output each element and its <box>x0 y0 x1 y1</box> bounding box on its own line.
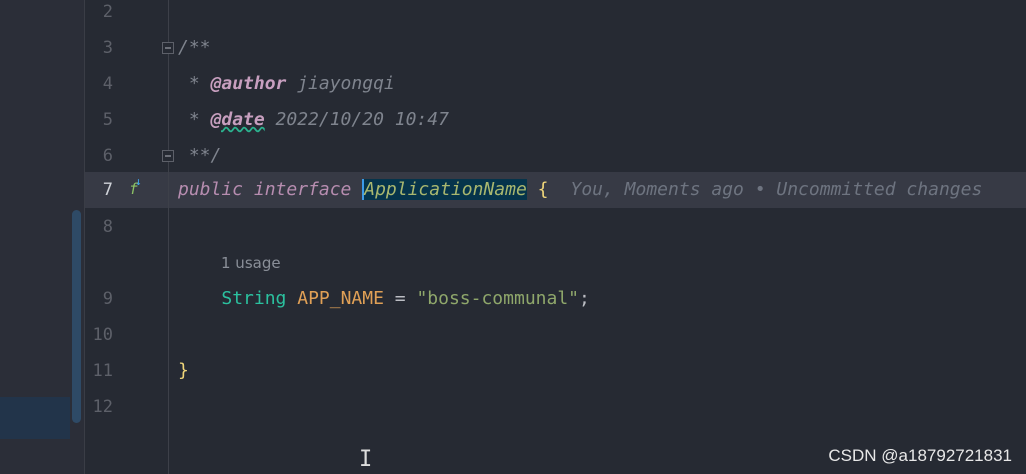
type: String <box>221 288 287 309</box>
project-panel <box>0 0 85 474</box>
javadoc-tag: @author <box>210 73 287 94</box>
line-number: 11 <box>92 361 113 381</box>
text-cursor-icon: I <box>359 447 373 472</box>
code-line-4[interactable]: * @author jiayongqi <box>178 66 1026 102</box>
line-number: 10 <box>92 325 113 345</box>
comment: /** <box>178 37 211 58</box>
usage-hint[interactable]: 1 usage <box>221 254 281 272</box>
operator: = <box>383 288 417 309</box>
string-literal: "boss-communal" <box>416 288 580 309</box>
watermark: CSDN @a18792721831 <box>828 446 1012 465</box>
code-line-5[interactable]: * @date 2022/10/20 10:47 <box>178 102 1026 138</box>
fold-collapse-icon[interactable] <box>162 150 174 162</box>
fx-implementation-icon[interactable]: f ↓ <box>129 175 142 198</box>
code-line-6[interactable]: **/ <box>178 138 1026 174</box>
code-line-11[interactable]: } <box>178 353 1026 389</box>
fold-collapse-icon[interactable] <box>162 42 174 54</box>
comment: jiayongqi <box>286 73 395 94</box>
line-number: 8 <box>102 217 113 237</box>
line-number: 5 <box>102 110 113 130</box>
class-name: ApplicationName <box>362 179 527 200</box>
line-number: 12 <box>92 397 113 417</box>
selected-tree-item[interactable] <box>0 397 70 439</box>
brace: { <box>526 179 549 200</box>
git-blame-hint[interactable]: You, Moments ago • Uncommitted changes <box>570 179 982 200</box>
constant: APP_NAME <box>286 288 384 309</box>
comment: * <box>178 109 211 130</box>
comment: **/ <box>178 145 222 166</box>
line-number: 3 <box>102 38 113 58</box>
line-number: 4 <box>102 74 113 94</box>
javadoc-tag: @date <box>210 109 265 130</box>
line-number: 6 <box>102 146 113 166</box>
scrollbar-thumb[interactable] <box>72 210 81 423</box>
code-line-9[interactable]: String APP_NAME = "boss-communal"; <box>178 281 1026 317</box>
comment: 2022/10/20 10:47 <box>264 109 449 130</box>
line-number: 7 <box>102 180 113 200</box>
keyword: public interface <box>178 179 363 200</box>
comment: * <box>178 73 211 94</box>
code-line-3[interactable]: /** <box>178 30 1026 66</box>
brace: } <box>178 360 189 381</box>
gutter-divider <box>168 0 169 474</box>
code-line-7[interactable]: public interface ApplicationName { You, M… <box>178 172 1026 208</box>
line-number: 2 <box>102 2 113 22</box>
semicolon: ; <box>579 288 590 309</box>
line-number: 9 <box>102 289 113 309</box>
